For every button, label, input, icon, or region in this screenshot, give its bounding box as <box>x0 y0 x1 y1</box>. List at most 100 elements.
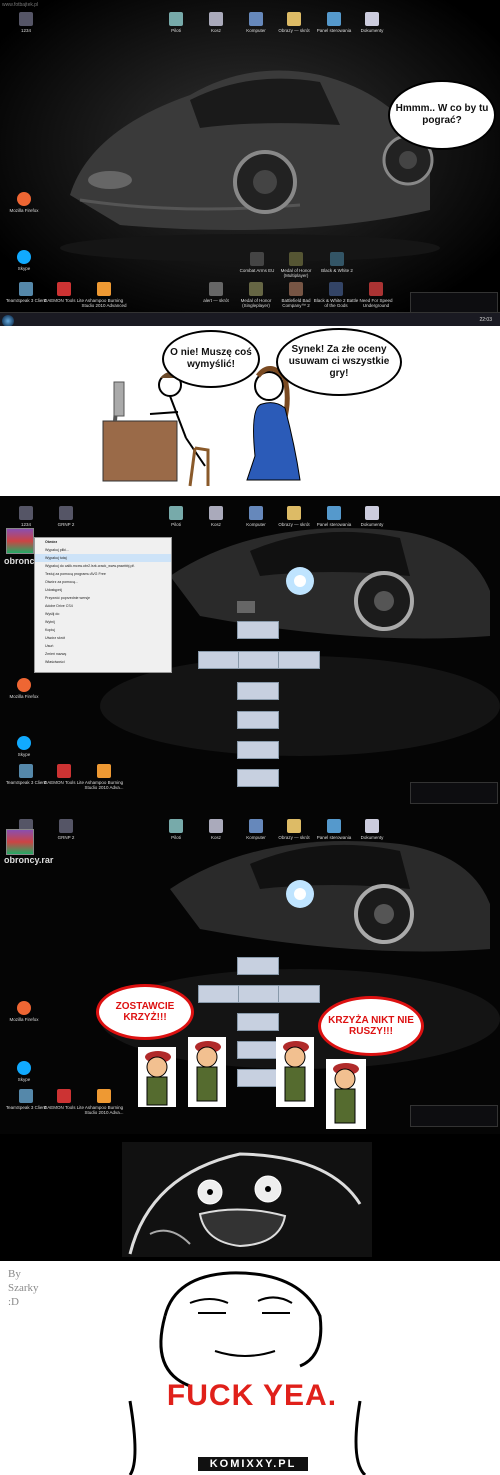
menu-item[interactable]: Przywróć poprzednie wersje <box>35 594 171 602</box>
computer-icon <box>249 506 263 520</box>
folder-icon <box>19 506 33 520</box>
menu-item[interactable]: Otwórz <box>35 538 171 546</box>
desktop-icon-bw2[interactable]: Black & White 2 <box>313 252 361 273</box>
menu-item[interactable]: Wypakuj pliki... <box>35 546 171 554</box>
icon-label: Kosz <box>210 28 221 33</box>
selected-game-tile[interactable] <box>237 621 279 639</box>
menu-item[interactable]: Otwórz za pomocą... <box>35 578 171 586</box>
skype-icon <box>17 250 31 264</box>
menu-item[interactable]: Wyślij do <box>35 610 171 618</box>
icon-label: Skype <box>17 266 31 271</box>
documents-icon <box>365 12 379 26</box>
context-menu: Otwórz Wypakuj pliki... Wypakuj tutaj Wy… <box>34 537 172 673</box>
selected-game-tile[interactable] <box>198 651 240 669</box>
menu-item[interactable]: Udostępnij <box>35 586 171 594</box>
menu-item[interactable]: Właściwości <box>35 658 171 666</box>
ashampoo-icon <box>97 764 111 778</box>
icon-label: DAEMON Tools Lite <box>44 298 84 303</box>
icon-label: 1234 <box>20 522 31 527</box>
menu-item[interactable]: Zmień nazwę <box>35 650 171 658</box>
soldier <box>188 1037 226 1107</box>
car-wallpaper <box>0 0 500 326</box>
selected-game-tile[interactable] <box>237 741 279 759</box>
game-icon <box>289 252 303 266</box>
tray-widget <box>410 782 498 804</box>
icon-label: Obrazy — skrót <box>278 522 310 527</box>
desktop-icon-grnp[interactable]: GRNP 2 <box>42 506 90 527</box>
menu-item[interactable]: Wypakuj do calik.mcxw.obr2.lsrk.crack_ww… <box>35 562 171 570</box>
selected-game-tile[interactable] <box>237 711 279 729</box>
icon-label: Piloti <box>171 522 181 527</box>
icon-label: DAEMON Tools Lite <box>44 780 84 785</box>
icon-label: GRNP 2 <box>57 522 75 527</box>
folder-icon <box>287 506 301 520</box>
desktop-icon-skype[interactable]: Skype <box>0 250 48 271</box>
selected-game-tile[interactable] <box>278 651 320 669</box>
icon-label: Obrazy — skrót <box>278 28 310 33</box>
selected-game-tile[interactable] <box>237 769 279 787</box>
folder-icon <box>19 12 33 26</box>
daemon-tools-icon <box>57 282 71 296</box>
icon-label: alert — skrót <box>203 298 229 303</box>
menu-item[interactable]: Kopiuj <box>35 626 171 634</box>
menu-item[interactable]: Testuj za pomocą programu AVG Free <box>35 570 171 578</box>
folder-icon <box>59 506 73 520</box>
icon-label: Dokumenty <box>360 28 384 33</box>
icon-label: Ashampoo Burning Studio 2010 Advanced <box>81 298 127 308</box>
icon-label: Skype <box>17 752 31 757</box>
icon-label: Ashampoo Burning Studio 2010 Adva... <box>84 780 124 790</box>
desktop-icon-dokumenty[interactable]: Dokumenty <box>348 12 396 33</box>
start-button[interactable] <box>2 315 14 326</box>
icon-label: Dokumenty <box>360 522 384 527</box>
selected-game-tile[interactable] <box>238 651 280 669</box>
desktop-icon-nfsu[interactable]: Need For Speed Underground <box>352 282 400 308</box>
firefox-icon <box>17 678 31 692</box>
desktop-icon-firefox[interactable]: Mozilla Firefox <box>0 192 48 213</box>
menu-item[interactable]: Adobe Drive CS4 <box>35 602 171 610</box>
menu-item[interactable]: Wypakuj tutaj <box>35 554 171 562</box>
komixxy-logo: KOMIXXY.PL <box>198 1457 308 1471</box>
panel-desktop-1: www.fotbajtek.pl 1234 Piloti Kosz Komput… <box>0 0 500 326</box>
game-icon <box>329 282 343 296</box>
taskbar: 22:03 <box>0 312 500 326</box>
icon-label: Combat Arms EU <box>239 268 275 273</box>
desktop-icon-ashampoo[interactable]: Ashampoo Burning Studio 2010 Adva... <box>80 764 128 790</box>
icon-label: Medal of Honor (Multiplayer) <box>280 268 312 278</box>
teamspeak-icon <box>19 282 33 296</box>
file-icon <box>169 12 183 26</box>
game-icon <box>369 282 383 296</box>
icon-label: Komputer <box>246 28 266 33</box>
firefox-icon <box>17 192 31 206</box>
desktop-icon-ashampoo[interactable]: Ashampoo Burning Studio 2010 Advanced <box>80 282 128 308</box>
game-icon <box>330 252 344 266</box>
rar-file-icon[interactable] <box>6 528 34 554</box>
icon-label: Kosz <box>210 522 221 527</box>
icon-label: Komputer <box>246 522 266 527</box>
icon-label: 1234 <box>20 28 31 33</box>
icon-label: Medal of Honor (Singleplayer) <box>240 298 272 308</box>
desktop-icon-dokumenty[interactable]: Dokumenty <box>348 506 396 527</box>
menu-item[interactable]: Utwórz skrót <box>35 634 171 642</box>
desktop-icon-1234[interactable]: 1234 <box>2 12 50 33</box>
teamspeak-icon <box>19 764 33 778</box>
icon-label: Panel sterowania <box>316 28 352 33</box>
icon-label: Black & White 2 <box>321 268 353 273</box>
recycle-bin-icon <box>209 506 223 520</box>
panel-comic-mom: O nie! Muszę coś wymyślić! Synek! Za złe… <box>0 326 500 496</box>
desktop-icon-firefox[interactable]: Mozilla Firefox <box>0 678 48 699</box>
menu-item[interactable]: Usuń <box>35 642 171 650</box>
panel-desktop-4: 1234 GRNP 2 Piloti Kosz Komputer Obrazy … <box>0 809 500 1134</box>
menu-item[interactable]: Wytnij <box>35 618 171 626</box>
selected-game-tile[interactable] <box>237 682 279 700</box>
control-panel-icon <box>327 506 341 520</box>
panel-fuck-yea: By Szarky :D FUCK YEA. KOMIXXY.PL <box>0 1261 500 1475</box>
tray-widget <box>410 1105 498 1127</box>
icon-label: Need For Speed Underground <box>359 298 393 308</box>
panel-rage-face <box>0 1134 500 1261</box>
ashampoo-icon <box>97 282 111 296</box>
game-icon <box>249 282 263 296</box>
fuck-yea-text: FUCK YEA. <box>166 1379 338 1412</box>
speech-bubble-son: O nie! Muszę coś wymyślić! <box>162 330 260 388</box>
watermark: www.fotbajtek.pl <box>2 2 39 8</box>
desktop-icon-skype[interactable]: Skype <box>0 736 48 757</box>
